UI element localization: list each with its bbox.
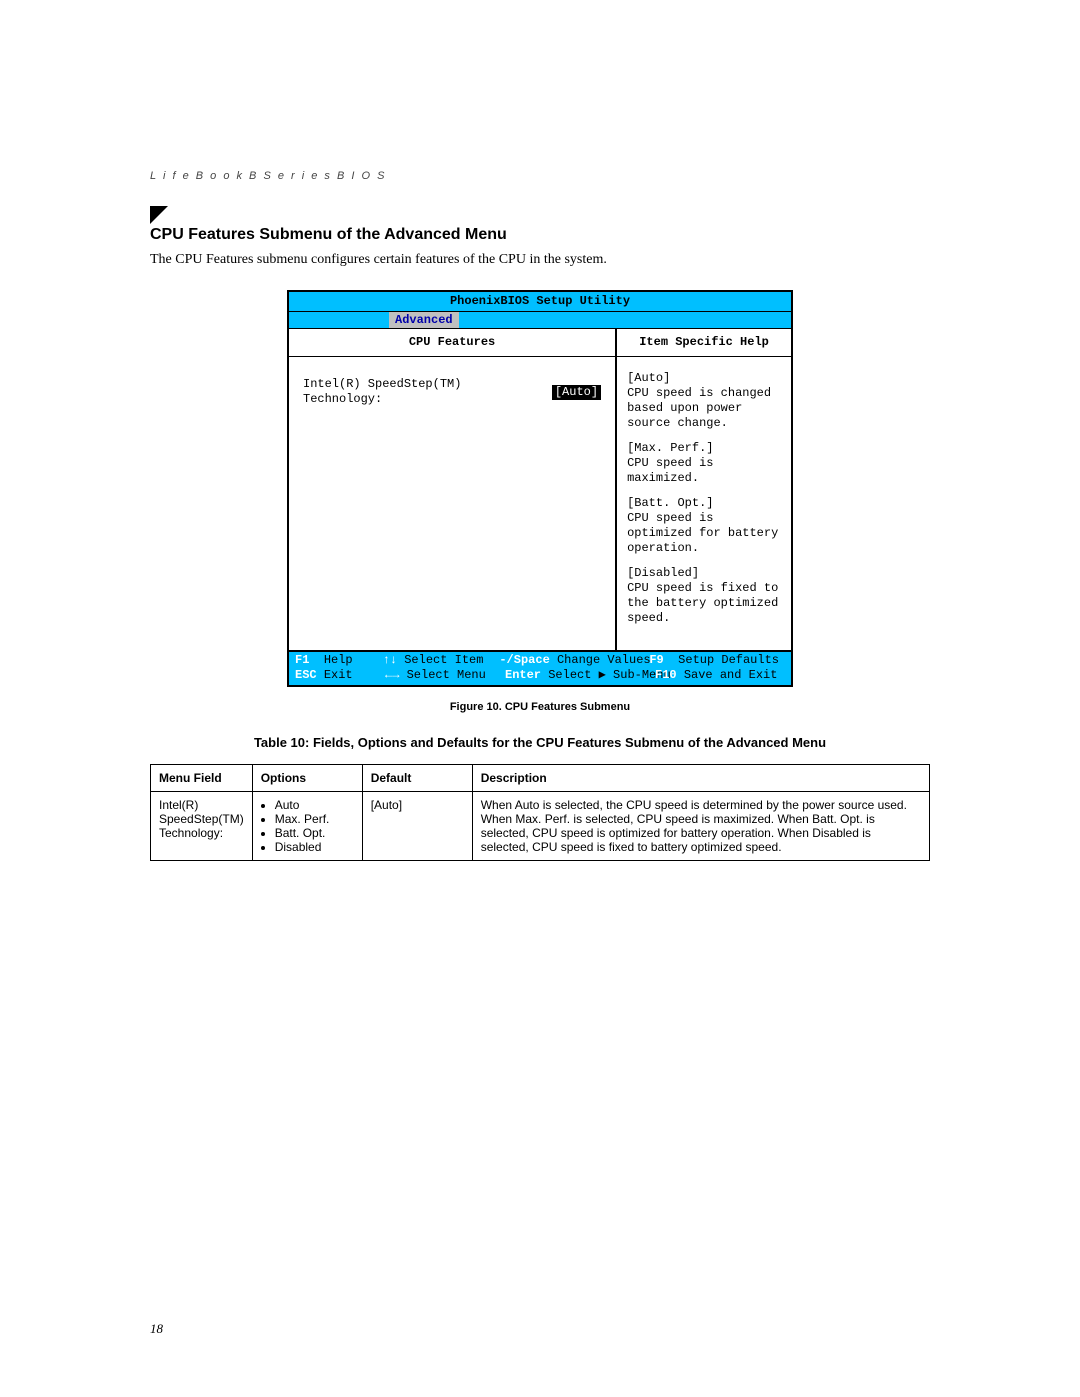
help-t4: CPU speed is fixed to the battery optimi…: [627, 581, 781, 626]
table-row: Intel(R) SpeedStep(TM) Technology: Auto …: [151, 792, 930, 861]
ft-key-f1: F1: [295, 653, 309, 667]
opt-item: Batt. Opt.: [275, 826, 354, 840]
table-caption: Table 10: Fields, Options and Defaults f…: [150, 735, 930, 750]
bios-help-pane: Item Specific Help [Auto] CPU speed is c…: [617, 328, 791, 650]
ft-key-space: -/Space: [499, 653, 549, 667]
section-intro: The CPU Features submenu configures cert…: [150, 252, 930, 268]
ft-key-enter: Enter: [505, 668, 541, 682]
ft-select-item: Select Item: [404, 653, 483, 667]
ft-key-lr: ←→: [385, 668, 399, 682]
help-h1: [Auto]: [627, 371, 781, 386]
options-table: Menu Field Options Default Description I…: [150, 764, 930, 861]
help-t2: CPU speed is maximized.: [627, 456, 781, 486]
figure-caption: Figure 10. CPU Features Submenu: [150, 701, 930, 713]
help-h2: [Max. Perf.]: [627, 441, 781, 456]
ft-key-esc: ESC: [295, 668, 317, 682]
help-t1: CPU speed is changed based upon power so…: [627, 386, 781, 431]
running-header: L i f e B o o k B S e r i e s B I O S: [150, 170, 930, 182]
help-t3: CPU speed is optimized for battery opera…: [627, 511, 781, 556]
td-menu-field: Intel(R) SpeedStep(TM) Technology:: [151, 792, 253, 861]
ft-help: Help: [324, 653, 353, 667]
th-options: Options: [252, 765, 362, 792]
th-description: Description: [472, 765, 929, 792]
bios-help-subheader: Item Specific Help: [617, 328, 791, 357]
ft-exit: Exit: [324, 668, 353, 682]
ft-key-f10: F10: [655, 668, 677, 682]
help-h3: [Batt. Opt.]: [627, 496, 781, 511]
ft-save-exit: Save and Exit: [684, 668, 778, 682]
ft-key-f9: F9: [649, 653, 663, 667]
ft-key-updown: ↑↓: [383, 653, 397, 667]
th-default: Default: [362, 765, 472, 792]
section-title: CPU Features Submenu of the Advanced Men…: [150, 226, 930, 244]
td-description: When Auto is selected, the CPU speed is …: [472, 792, 929, 861]
ft-change-values: Change Values: [557, 653, 651, 667]
help-h4: [Disabled]: [627, 566, 781, 581]
th-menu-field: Menu Field: [151, 765, 253, 792]
bios-left-pane: CPU Features Intel(R) SpeedStep(TM) Tech…: [289, 328, 617, 650]
section-corner-icon: [150, 206, 930, 216]
opt-item: Max. Perf.: [275, 812, 354, 826]
table-header-row: Menu Field Options Default Description: [151, 765, 930, 792]
td-options: Auto Max. Perf. Batt. Opt. Disabled: [252, 792, 362, 861]
ft-setup-defaults: Setup Defaults: [678, 653, 779, 667]
opt-item: Auto: [275, 798, 354, 812]
bios-title: PhoenixBIOS Setup Utility: [289, 292, 791, 312]
bios-field-value[interactable]: [Auto]: [552, 385, 601, 400]
bios-tab-bar: Advanced: [289, 312, 791, 328]
bios-field-row[interactable]: Intel(R) SpeedStep(TM) Technology: [Auto…: [303, 377, 601, 407]
bios-footer: F1 Help ↑↓ Select Item -/Space Change Va…: [289, 650, 791, 685]
bios-left-subheader: CPU Features: [289, 328, 615, 357]
bios-field-label: Intel(R) SpeedStep(TM) Technology:: [303, 377, 546, 407]
ft-select-submenu: Select ▶ Sub-Menu: [548, 668, 670, 682]
document-page: L i f e B o o k B S e r i e s B I O S CP…: [0, 0, 1080, 1397]
page-number: 18: [150, 1321, 163, 1337]
opt-item: Disabled: [275, 840, 354, 854]
td-default: [Auto]: [362, 792, 472, 861]
bios-screenshot: PhoenixBIOS Setup Utility Advanced CPU F…: [287, 290, 793, 687]
tab-advanced[interactable]: Advanced: [389, 312, 459, 328]
ft-select-menu: Select Menu: [407, 668, 486, 682]
